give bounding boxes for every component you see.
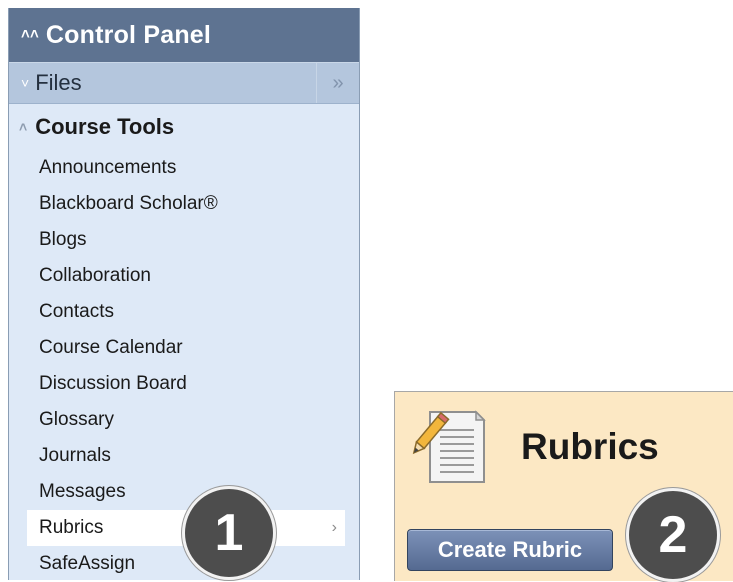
tool-item-label: Blackboard Scholar®: [39, 193, 218, 214]
tool-item-label: Journals: [39, 445, 111, 466]
tool-item-label: Discussion Board: [39, 373, 187, 394]
tool-item-messages[interactable]: Messages: [9, 474, 359, 510]
tool-item-collaboration[interactable]: Collaboration: [9, 258, 359, 294]
tool-item-discussion-board[interactable]: Discussion Board: [9, 366, 359, 402]
control-panel-title: Control Panel: [45, 20, 212, 49]
control-panel-header[interactable]: ˄˄ Control Panel: [9, 8, 359, 62]
tool-item-label: Rubrics: [39, 517, 104, 538]
tool-item-blackboard-scholar[interactable]: Blackboard Scholar®: [9, 186, 359, 222]
course-tools-title: Course Tools: [35, 114, 175, 139]
tool-item-announcements[interactable]: Announcements: [9, 150, 359, 186]
tool-item-contacts[interactable]: Contacts: [9, 294, 359, 330]
tool-item-journals[interactable]: Journals: [9, 438, 359, 474]
control-panel: ˄˄ Control Panel ˅ Files » ˄ Course Tool…: [8, 8, 360, 580]
tool-item-label: Blogs: [39, 229, 87, 250]
document-pencil-icon: [412, 410, 486, 483]
tool-item-glossary[interactable]: Glossary: [9, 402, 359, 438]
expand-icon[interactable]: »: [316, 63, 359, 103]
tool-item-label: SafeAssign: [39, 553, 136, 574]
create-rubric-button[interactable]: Create Rubric: [407, 529, 613, 571]
tool-item-label: Course Calendar: [39, 337, 183, 358]
tool-item-label: Glossary: [39, 409, 114, 430]
step-2-callout: 2: [626, 488, 720, 582]
tool-item-label: Contacts: [39, 301, 114, 322]
tool-item-label: Announcements: [39, 157, 177, 178]
files-label: Files: [35, 70, 82, 95]
tool-item-label: Messages: [39, 481, 126, 502]
tool-item-label: Collaboration: [39, 265, 151, 286]
chevron-down-icon[interactable]: ˅: [21, 75, 29, 91]
rubrics-page-title: Rubrics: [521, 426, 659, 467]
chevron-up-icon[interactable]: ˄: [19, 119, 27, 135]
course-tools-header[interactable]: ˄ Course Tools: [9, 104, 359, 150]
step-1-callout: 1: [182, 486, 276, 580]
chevron-up-icon[interactable]: ˄˄: [21, 26, 39, 43]
chevron-right-icon: ›: [331, 519, 337, 536]
files-menu-item[interactable]: ˅ Files »: [9, 62, 359, 104]
tool-item-course-calendar[interactable]: Course Calendar: [9, 330, 359, 366]
tool-item-safeassign[interactable]: SafeAssign: [9, 546, 359, 580]
tool-item-blogs[interactable]: Blogs: [9, 222, 359, 258]
